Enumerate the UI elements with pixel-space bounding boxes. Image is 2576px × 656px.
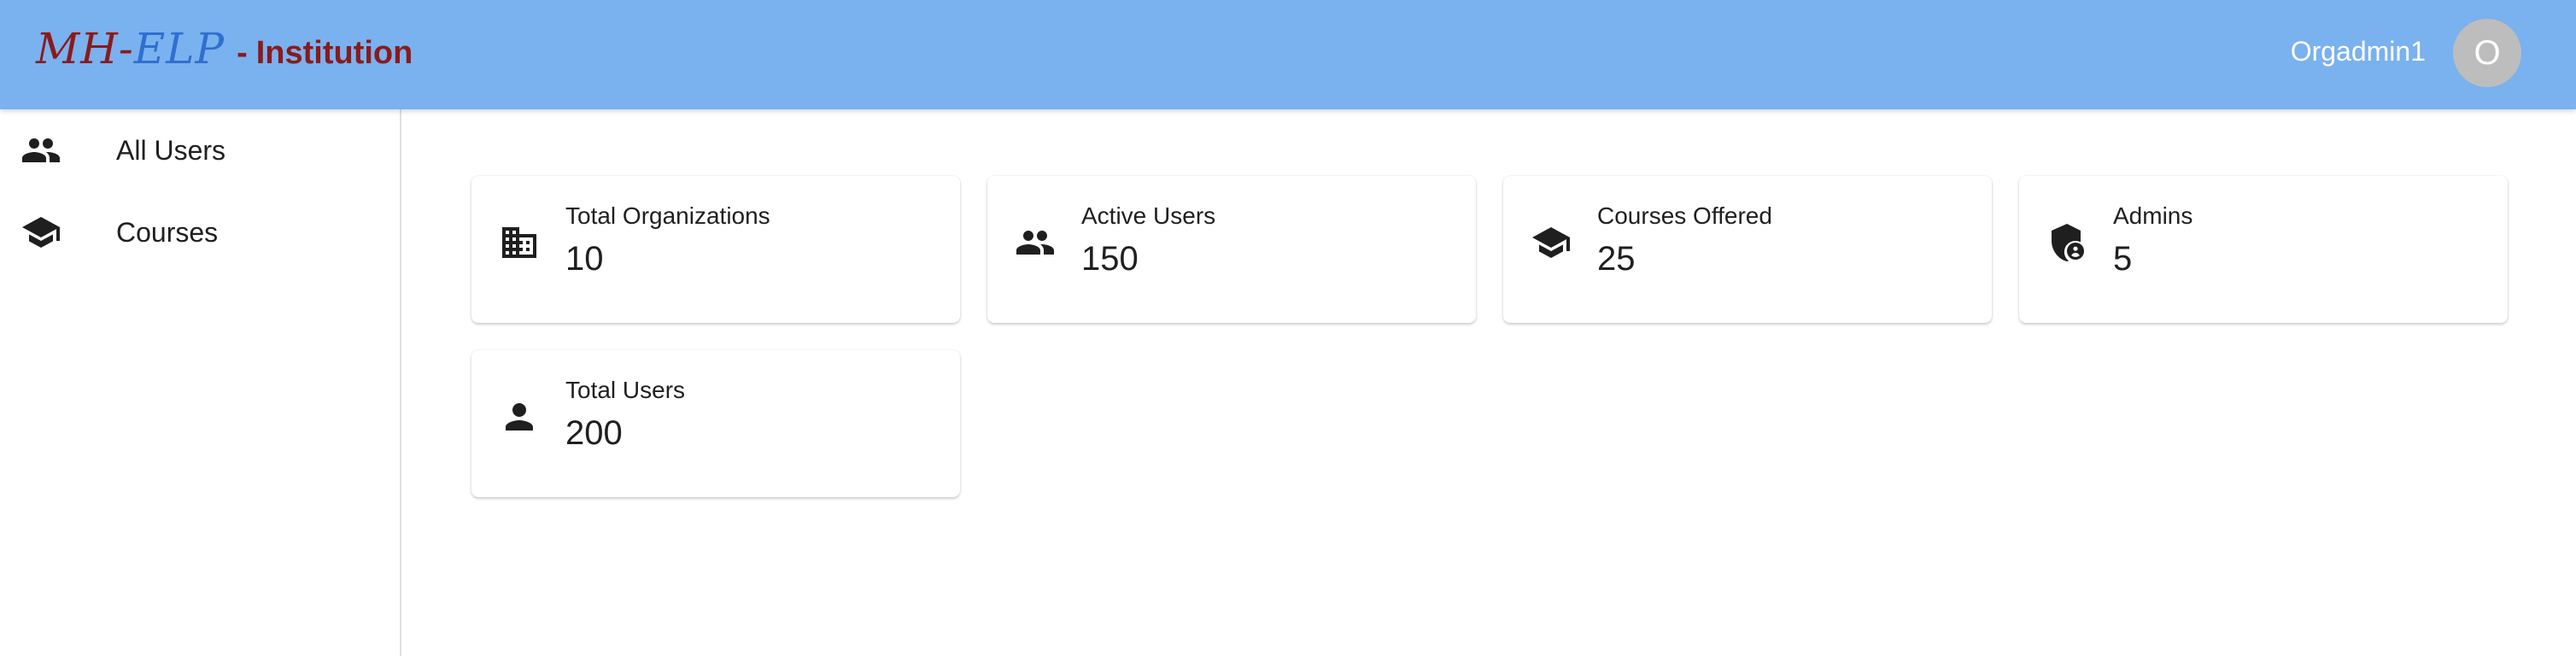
brand-separator: - bbox=[237, 35, 248, 71]
person-icon bbox=[499, 396, 540, 437]
sidebar: All Users Courses bbox=[0, 109, 401, 656]
brand-subtitle: Institution bbox=[255, 35, 413, 71]
brand-logo[interactable]: MH - ELP - Institution bbox=[36, 24, 413, 73]
stat-card-value: 150 bbox=[1081, 240, 1139, 278]
app-bar: MH - ELP - Institution Orgadmin1 O bbox=[0, 0, 2576, 109]
stat-card-value: 5 bbox=[2113, 240, 2133, 278]
stat-card-admins: Admins 5 bbox=[2019, 176, 2508, 323]
people-icon bbox=[20, 130, 61, 171]
dashboard-main: Total Organizations 10 Active Users 150 … bbox=[471, 176, 2508, 497]
brand-elp: ELP bbox=[133, 24, 225, 73]
stat-card-title: Total Organizations bbox=[565, 202, 770, 229]
stat-card-title: Active Users bbox=[1081, 202, 1216, 229]
stat-card-courses-offered: Courses Offered 25 bbox=[1503, 176, 1992, 323]
sidebar-item-courses[interactable]: Courses bbox=[0, 191, 400, 273]
brand-mh: MH bbox=[36, 24, 119, 73]
stat-card-title: Admins bbox=[2113, 202, 2193, 229]
sidebar-item-label: All Users bbox=[116, 134, 226, 166]
stat-card-title: Total Users bbox=[565, 377, 686, 403]
user-name: Orgadmin1 bbox=[2290, 36, 2426, 67]
stat-card-value: 200 bbox=[565, 414, 623, 452]
building-icon bbox=[499, 222, 540, 263]
stat-card-value: 10 bbox=[565, 240, 604, 278]
sidebar-item-label: Courses bbox=[116, 216, 219, 248]
stat-card-title: Courses Offered bbox=[1597, 202, 1772, 229]
stats-grid: Total Organizations 10 Active Users 150 … bbox=[471, 176, 2508, 497]
sidebar-item-all-users[interactable]: All Users bbox=[0, 109, 400, 191]
stat-card-active-users: Active Users 150 bbox=[987, 176, 1476, 323]
avatar[interactable]: O bbox=[2453, 19, 2521, 87]
admin-shield-icon bbox=[2046, 222, 2087, 263]
people-icon bbox=[1015, 222, 1056, 263]
brand-dash: - bbox=[118, 24, 134, 73]
stat-card-total-organizations: Total Organizations 10 bbox=[471, 176, 960, 323]
stat-card-total-users: Total Users 200 bbox=[471, 350, 960, 497]
stat-card-value: 25 bbox=[1597, 240, 1636, 278]
school-icon bbox=[1531, 222, 1572, 263]
school-icon bbox=[20, 212, 61, 253]
